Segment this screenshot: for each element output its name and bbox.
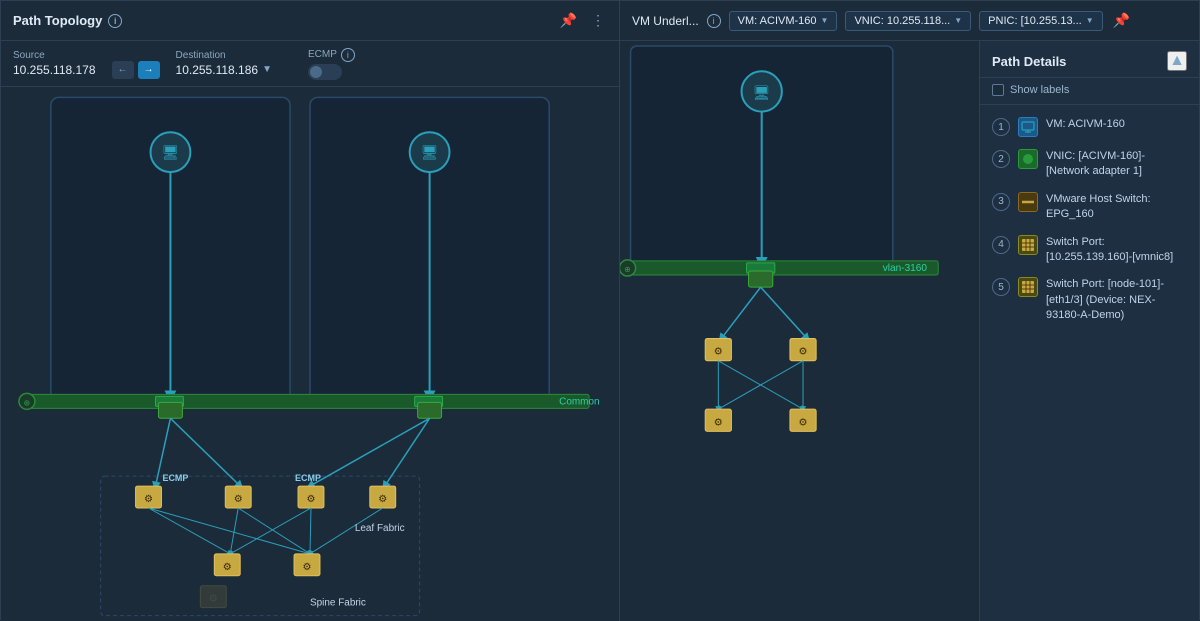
destination-group: Destination 10.255.118.186 ▼ (176, 50, 272, 77)
right-topology-svg: 🖥 ⊕ vlan-3160 (620, 41, 979, 621)
vnic-dropdown[interactable]: VNIC: 10.255.118... ▼ (845, 11, 971, 31)
step-num-2: 2 (992, 150, 1010, 168)
path-details-title: Path Details (992, 54, 1066, 69)
destination-label: Destination (176, 50, 272, 61)
pnic-dropdown-label: PNIC: [10.255.13... (988, 15, 1082, 27)
right-info-icon[interactable]: i (707, 14, 721, 28)
direction-arrows: ← → (112, 61, 160, 79)
toggle-knob (310, 66, 322, 78)
svg-text:⚙: ⚙ (714, 417, 723, 428)
step-icon-vswitch (1018, 192, 1038, 212)
destination-value-group: 10.255.118.186 ▼ (176, 63, 272, 77)
path-details-panel: Path Details ▲ Show labels 1 VM: ACIVM-1… (979, 41, 1199, 621)
svg-text:⚙: ⚙ (378, 494, 387, 505)
left-info-icon[interactable]: i (108, 14, 122, 28)
vnic-dropdown-caret-icon: ▼ (954, 16, 962, 25)
svg-text:ECMP: ECMP (295, 473, 321, 483)
source-label: Source (13, 50, 96, 61)
vm-dropdown-caret-icon: ▼ (821, 16, 829, 25)
step-text-3: VMware Host Switch: EPG_160 (1046, 192, 1187, 223)
step-num-3: 3 (992, 193, 1010, 211)
vm-dropdown-label: VM: ACIVM-160 (738, 15, 817, 27)
pnic-dropdown-caret-icon: ▼ (1086, 16, 1094, 25)
path-item-1[interactable]: 1 VM: ACIVM-160 (980, 111, 1199, 143)
path-item-2[interactable]: 2 VNIC: [ACIVM-160]-[Network adapter 1] (980, 143, 1199, 186)
svg-text:⊕: ⊕ (24, 398, 31, 407)
pin-icon[interactable]: 📌 (558, 10, 579, 31)
step-text-4: Switch Port: [10.255.139.160]-[vmnic8] (1046, 235, 1187, 266)
ecmp-label-row: ECMP i (308, 48, 355, 62)
left-arrow-btn[interactable]: ← (112, 61, 134, 79)
left-title-text: Path Topology (13, 13, 102, 28)
step-icon-sport1 (1018, 235, 1038, 255)
main-container: Path Topology i 📌 ⋮ Source 10.255.118.17… (0, 0, 1200, 620)
step-num-4: 4 (992, 236, 1010, 254)
svg-text:⊕: ⊕ (624, 265, 631, 274)
ecmp-label-text: ECMP (308, 49, 337, 60)
topology-svg: 🖥 🖥 ⊕ Common (1, 87, 619, 621)
left-toolbar: Source 10.255.118.178 ← → Destination 10… (1, 41, 619, 87)
right-panel: VM Underl... i VM: ACIVM-160 ▼ VNIC: 10.… (620, 1, 1199, 621)
more-icon[interactable]: ⋮ (589, 10, 607, 31)
step-icon-sport2 (1018, 277, 1038, 297)
vm-dropdown[interactable]: VM: ACIVM-160 ▼ (729, 11, 838, 31)
path-details-header: Path Details ▲ (980, 41, 1199, 78)
collapse-button[interactable]: ▲ (1167, 51, 1187, 71)
topology-canvas[interactable]: 🖥 🖥 ⊕ Common (1, 87, 619, 621)
pnic-dropdown[interactable]: PNIC: [10.255.13... ▼ (979, 11, 1102, 31)
left-header-icons: 📌 ⋮ (558, 10, 607, 31)
ecmp-info-icon[interactable]: i (341, 48, 355, 62)
source-group: Source 10.255.118.178 (13, 50, 96, 77)
step-num-5: 5 (992, 278, 1010, 296)
destination-value: 10.255.118.186 (176, 63, 259, 77)
svg-text:⚙: ⚙ (144, 494, 153, 505)
svg-text:🖥: 🖥 (753, 84, 771, 100)
right-content: 🖥 ⊕ vlan-3160 (620, 41, 1199, 621)
right-pin-icon[interactable]: 📌 (1111, 10, 1132, 31)
ecmp-group: ECMP i (308, 48, 355, 80)
show-labels-text: Show labels (1010, 84, 1069, 96)
svg-text:⚙: ⚙ (209, 594, 218, 605)
source-value: 10.255.118.178 (13, 63, 96, 77)
svg-text:⚙: ⚙ (798, 347, 807, 358)
svg-text:Common: Common (559, 396, 599, 407)
show-labels-row: Show labels (980, 78, 1199, 105)
svg-text:⚙: ⚙ (303, 562, 312, 573)
step-text-2: VNIC: [ACIVM-160]-[Network adapter 1] (1046, 149, 1187, 180)
svg-text:ECMP: ECMP (162, 473, 188, 483)
step-text-1: VM: ACIVM-160 (1046, 117, 1125, 132)
svg-text:⚙: ⚙ (798, 417, 807, 428)
path-item-3[interactable]: 3 VMware Host Switch: EPG_160 (980, 186, 1199, 229)
svg-text:⚙: ⚙ (223, 562, 232, 573)
path-item-5[interactable]: 5 Switch Port: [node-101]-[eth1/3] (Devi… (980, 271, 1199, 329)
svg-text:⚙: ⚙ (714, 347, 723, 358)
step-icon-vm (1018, 117, 1038, 137)
show-labels-checkbox[interactable] (992, 84, 1004, 96)
path-items-list: 1 VM: ACIVM-160 2 VNIC: [ACIVM-160]-[Net… (980, 105, 1199, 621)
left-panel: Path Topology i 📌 ⋮ Source 10.255.118.17… (1, 1, 620, 621)
step-icon-vnic (1018, 149, 1038, 169)
left-panel-header: Path Topology i 📌 ⋮ (1, 1, 619, 41)
ecmp-toggle[interactable] (308, 64, 342, 80)
svg-text:⚙: ⚙ (307, 494, 316, 505)
svg-text:🖥: 🖥 (421, 144, 439, 160)
path-item-4[interactable]: 4 Switch Port: [10.255.139.160]-[vmnic8] (980, 229, 1199, 272)
svg-text:vlan-3160: vlan-3160 (883, 263, 928, 274)
svg-text:🖥: 🖥 (162, 144, 180, 160)
vnic-dropdown-label: VNIC: 10.255.118... (854, 15, 950, 27)
svg-text:⚙: ⚙ (234, 494, 243, 505)
destination-caret-icon[interactable]: ▼ (262, 64, 272, 75)
step-text-5: Switch Port: [node-101]-[eth1/3] (Device… (1046, 277, 1187, 323)
svg-text:Leaf Fabric: Leaf Fabric (355, 523, 405, 534)
left-panel-title: Path Topology i (13, 13, 122, 28)
right-panel-title: VM Underl... (632, 14, 699, 28)
svg-text:Spine Fabric: Spine Fabric (310, 598, 366, 609)
step-num-1: 1 (992, 118, 1010, 136)
right-panel-header: VM Underl... i VM: ACIVM-160 ▼ VNIC: 10.… (620, 1, 1199, 41)
right-arrow-btn[interactable]: → (138, 61, 160, 79)
right-topology-canvas[interactable]: 🖥 ⊕ vlan-3160 (620, 41, 979, 621)
